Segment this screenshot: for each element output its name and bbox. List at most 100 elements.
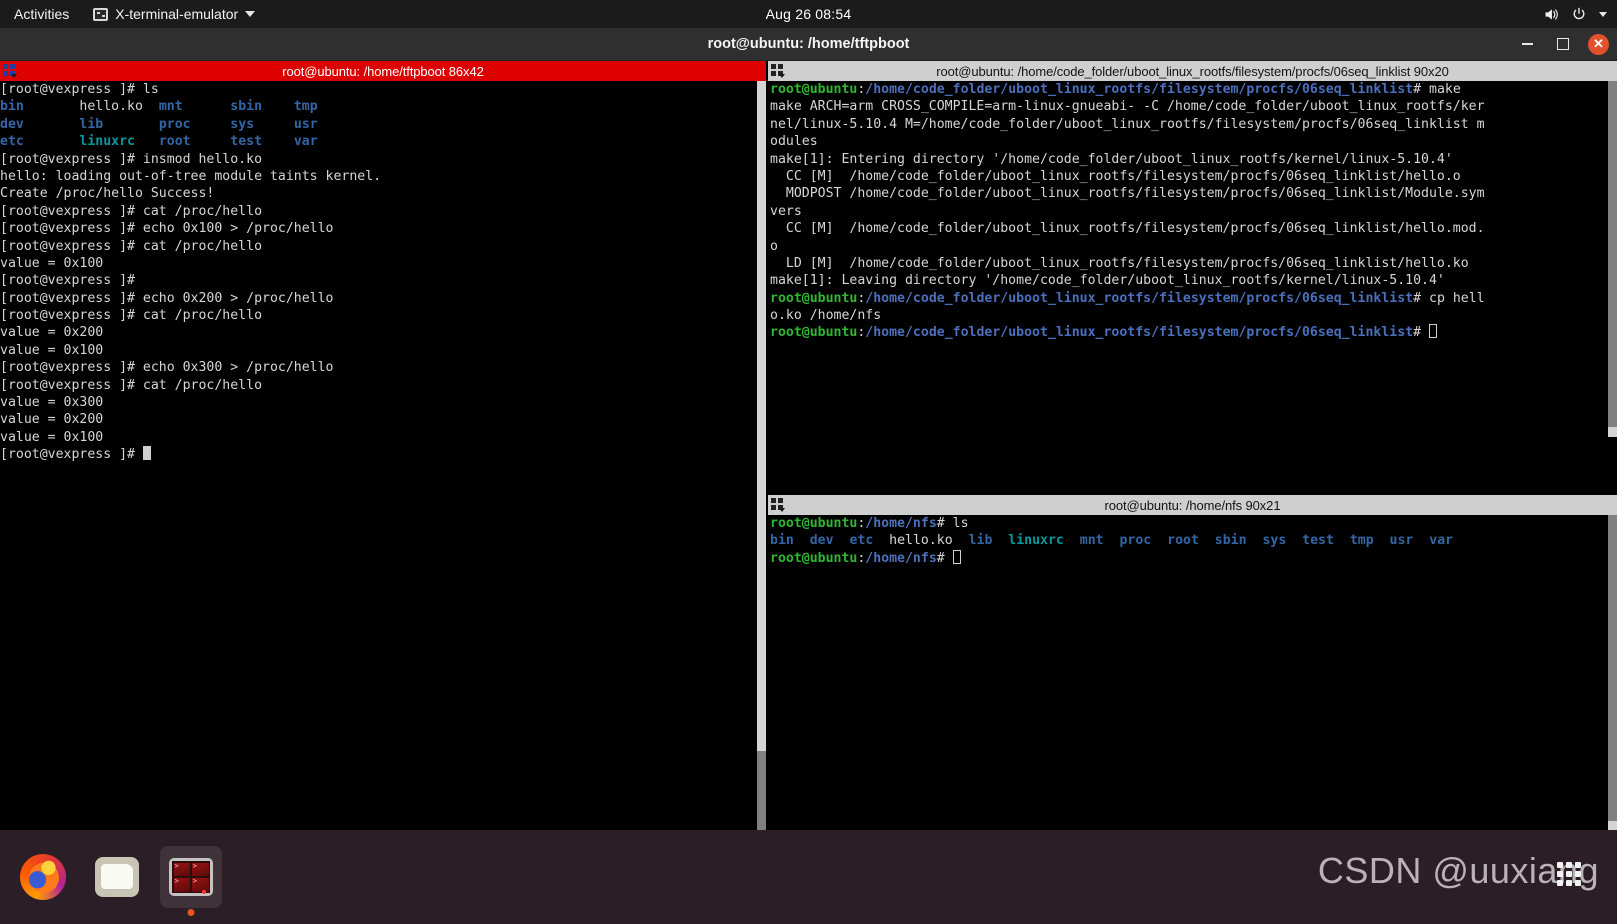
pane-left-scrollbar[interactable] — [757, 81, 766, 831]
terminal-icon — [93, 7, 109, 21]
terminal-text: hello.ko — [79, 99, 143, 115]
show-applications-icon[interactable] — [1557, 862, 1581, 886]
terminal-text: test — [1302, 533, 1334, 549]
pane-right-bottom[interactable]: root@ubuntu: /home/nfs 90x21 root@ubuntu… — [768, 495, 1617, 831]
pane-left-titlebar[interactable]: root@ubuntu: /home/tftpboot 86x42 — [0, 61, 766, 81]
terminal-text: odules — [770, 134, 818, 150]
terminal-line: nel/linux-5.10.4 M=/home/code_folder/ubo… — [770, 116, 1608, 133]
close-button[interactable]: ✕ — [1588, 33, 1609, 55]
system-menu[interactable] — [1543, 0, 1607, 28]
terminal-text: CC [M] /home/code_folder/uboot_linux_roo… — [770, 221, 1485, 237]
volume-icon[interactable] — [1543, 6, 1560, 23]
pane-left[interactable]: root@ubuntu: /home/tftpboot 86x42 [root@… — [0, 61, 766, 831]
power-icon[interactable] — [1571, 6, 1588, 23]
pane-right-top-scrollbar[interactable] — [1608, 81, 1617, 437]
terminal-text: /home/code_folder/uboot_linux_rootfs/fil… — [865, 325, 1414, 341]
terminal-text: value = 0x200 — [0, 325, 104, 341]
terminal-line: bin hello.ko mnt sbin tmp — [0, 98, 757, 115]
terminal-line: [root@vexpress ]# cat /proc/hello — [0, 377, 757, 394]
terminal-text: hello.ko — [889, 533, 953, 549]
terminal-pane-container: root@ubuntu: /home/tftpboot 86x42 [root@… — [0, 61, 1617, 831]
maximize-icon — [1557, 38, 1569, 50]
status-led-icon — [202, 890, 206, 894]
pane-right-bottom-output[interactable]: root@ubuntu:/home/nfs# ls bin dev etc hel… — [770, 515, 1608, 831]
running-indicator-dot — [187, 909, 195, 916]
scrollbar-thumb[interactable] — [1608, 515, 1617, 821]
terminal-text: # — [936, 550, 953, 566]
scrollbar-thumb[interactable] — [757, 751, 766, 831]
tmux-pane-icon — [0, 61, 18, 81]
terminal-line: MODPOST /home/code_folder/uboot_linux_ro… — [770, 185, 1608, 202]
terminal-line: value = 0x300 — [0, 394, 757, 411]
terminal-text: # ls — [936, 516, 969, 531]
minimize-icon — [1521, 43, 1533, 45]
terminal-text: linuxrc — [79, 134, 135, 150]
maximize-button[interactable] — [1552, 33, 1574, 55]
terminal-text: make[1]: Leaving directory '/home/code_f… — [770, 273, 1445, 289]
terminal-text: # — [1413, 325, 1430, 341]
terminal-text: MODPOST /home/code_folder/uboot_linux_ro… — [770, 186, 1485, 202]
window-titlebar[interactable]: root@ubuntu: /home/tftpboot ✕ — [0, 28, 1617, 61]
pane-divider-horizontal — [768, 437, 1617, 495]
terminal-line: root@ubuntu:/home/code_folder/uboot_linu… — [770, 324, 1608, 341]
activities-button[interactable]: Activities — [0, 0, 83, 28]
terminal-text: [root@vexpress ]# echo 0x100 > /proc/hel… — [0, 221, 334, 237]
terminal-text: tmp — [1349, 533, 1374, 549]
terminal-text: dev — [0, 116, 24, 132]
terminal-line: etc linuxrc root test var — [0, 133, 757, 150]
terminal-text: [root@vexpress ]# cat /proc/hello — [0, 238, 263, 254]
pane-right-top[interactable]: root@ubuntu: /home/code_folder/uboot_lin… — [768, 61, 1617, 437]
close-icon: ✕ — [1593, 36, 1604, 51]
terminal-text: root — [158, 134, 191, 150]
desktop-screen: Activities X-terminal-emulator Aug 26 08… — [0, 0, 1617, 924]
pane-right-top-output[interactable]: root@ubuntu:/home/code_folder/uboot_linu… — [770, 81, 1608, 437]
minimize-button[interactable] — [1516, 33, 1538, 55]
terminal-text: [root@vexpress ]# — [0, 273, 135, 289]
terminal-text: value = 0x100 — [0, 342, 104, 358]
pane-left-output[interactable]: [root@vexpress ]# ls bin hello.ko mnt sbi… — [0, 81, 757, 831]
terminal-line: CC [M] /home/code_folder/uboot_linux_roo… — [770, 220, 1608, 237]
terminal-line: [root@vexpress ]# — [0, 446, 757, 463]
terminal-text: value = 0x100 — [0, 255, 104, 271]
terminal-text: root@ubuntu — [770, 516, 858, 531]
terminal-text: linuxrc — [1008, 533, 1064, 549]
terminal-text: root@ubuntu — [770, 325, 858, 341]
terminal-line: bin dev etc hello.ko lib linuxrc mnt pro… — [770, 532, 1608, 549]
app-menu-button[interactable]: X-terminal-emulator — [83, 6, 265, 22]
terminal-line: value = 0x200 — [0, 411, 757, 428]
chevron-down-icon — [245, 11, 256, 17]
terminal-line: [root@vexpress ]# — [0, 272, 757, 289]
firefox-icon — [20, 854, 66, 900]
terminal-text: mnt — [158, 99, 183, 115]
terminal-text: etc — [0, 134, 24, 150]
terminal-text: [root@vexpress ]# ls — [0, 82, 159, 97]
scrollbar-thumb[interactable] — [1608, 81, 1617, 427]
terminal-line: o — [770, 238, 1608, 255]
terminal-text: usr — [293, 116, 318, 132]
terminal-line: Create /proc/hello Success! — [0, 185, 757, 202]
terminal-text: tmp — [293, 99, 318, 115]
terminal-text: usr — [1389, 533, 1414, 549]
dock-item-firefox[interactable] — [12, 846, 74, 908]
clock-label[interactable]: Aug 26 08:54 — [766, 6, 852, 22]
dock-item-files[interactable] — [86, 846, 148, 908]
chevron-down-icon[interactable] — [1599, 11, 1607, 17]
tmux-pane-icon — [768, 61, 786, 81]
terminal-text: [root@vexpress ]# cat /proc/hello — [0, 308, 263, 324]
pane-right-top-titlebar[interactable]: root@ubuntu: /home/code_folder/uboot_lin… — [768, 61, 1617, 81]
terminal-line: dev lib proc sys usr — [0, 116, 757, 133]
terminal-text: etc — [849, 533, 874, 549]
dock-item-terminal[interactable] — [160, 846, 222, 916]
pane-right-bottom-scrollbar[interactable] — [1608, 515, 1617, 831]
terminal-text: Create /proc/hello Success! — [0, 186, 215, 202]
pane-right-bottom-titlebar[interactable]: root@ubuntu: /home/nfs 90x21 — [768, 495, 1617, 515]
